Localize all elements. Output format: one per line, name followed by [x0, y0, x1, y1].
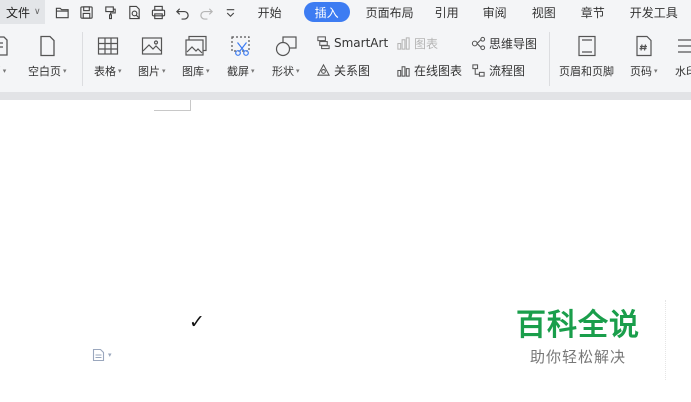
- flowchart-button[interactable]: 流程图: [471, 62, 525, 79]
- save-icon[interactable]: [75, 0, 99, 24]
- paste-options-button[interactable]: ▾: [92, 348, 112, 362]
- insert-ribbon: 页▾ 空白页▾ 表格▾ 图片▾ 图库▾ 截屏▾ 形状▾ SmartArt 图表 …: [0, 24, 691, 92]
- mindmap-label: 思维导图: [489, 37, 538, 51]
- chart-icon: [397, 37, 410, 50]
- watermark-label: 水印: [675, 65, 691, 78]
- picture-icon: [141, 37, 162, 55]
- shapes-button[interactable]: 形状 ▾: [272, 34, 300, 79]
- blank-page-icon: [40, 35, 55, 57]
- undo-icon[interactable]: [171, 0, 195, 24]
- tab-review[interactable]: 审阅: [483, 0, 507, 24]
- file-menu-label: 文件: [6, 5, 31, 20]
- blank-page-label: 空白页: [28, 65, 61, 78]
- shapes-icon: [275, 36, 297, 57]
- page-margin-marker: [154, 100, 191, 111]
- page-number-button[interactable]: 页码 ▾: [630, 34, 658, 79]
- print-preview-icon[interactable]: [123, 0, 147, 24]
- table-icon: [97, 37, 118, 55]
- tab-chapter[interactable]: 章节: [581, 0, 605, 24]
- smartart-icon: [317, 36, 330, 50]
- cover-page-icon: [0, 36, 8, 56]
- gallery-button[interactable]: 图库 ▾: [182, 34, 210, 79]
- tab-references[interactable]: 引用: [435, 0, 459, 24]
- flowchart-icon: [472, 64, 485, 77]
- screenshot-label: 截屏: [227, 65, 249, 78]
- menu-bar: 文件 ∨ 开始 插入 页面布局 引用 审阅 视图 章节 开发工具: [0, 0, 691, 24]
- relation-chart-button[interactable]: 关系图: [316, 62, 370, 79]
- online-chart-button[interactable]: 在线图表: [396, 62, 462, 79]
- gallery-label: 图库: [182, 65, 204, 78]
- chart-button[interactable]: 图表: [396, 35, 438, 52]
- tab-insert[interactable]: 插入: [303, 2, 350, 22]
- header-footer-button[interactable]: 页眉和页脚: [559, 34, 614, 79]
- paste-options-icon: [92, 348, 105, 362]
- open-folder-icon[interactable]: [51, 0, 75, 24]
- redo-icon[interactable]: [195, 0, 219, 24]
- header-footer-label: 页眉和页脚: [559, 65, 614, 78]
- tab-home[interactable]: 开始: [258, 0, 282, 24]
- tab-page-layout[interactable]: 页面布局: [366, 0, 414, 24]
- relation-chart-icon: [317, 63, 330, 76]
- cover-page-label: 页: [0, 65, 1, 78]
- smartart-button[interactable]: SmartArt: [316, 35, 388, 50]
- inserted-check-symbol[interactable]: ✓: [189, 311, 205, 333]
- tab-view[interactable]: 视图: [532, 0, 556, 24]
- print-icon[interactable]: [147, 0, 171, 24]
- table-button[interactable]: 表格 ▾: [94, 34, 122, 79]
- smartart-label: SmartArt: [334, 35, 389, 50]
- chart-label: 图表: [414, 37, 439, 51]
- gallery-icon: [185, 35, 207, 56]
- file-menu[interactable]: 文件 ∨: [0, 0, 45, 24]
- ribbon-separator: [549, 32, 550, 86]
- customize-quick-access-icon[interactable]: [219, 0, 243, 24]
- header-footer-icon: [577, 35, 596, 57]
- table-label: 表格: [94, 65, 116, 78]
- mindmap-button[interactable]: 思维导图: [471, 35, 537, 52]
- online-chart-label: 在线图表: [414, 64, 463, 78]
- mindmap-icon: [471, 36, 486, 51]
- watermark-icon: [678, 39, 691, 53]
- document-canvas[interactable]: ✓ ▾ 百科全说 助你轻松解决: [0, 100, 691, 402]
- page-edge-guide: [665, 300, 666, 380]
- page-number-label: 页码: [630, 65, 652, 78]
- screenshot-icon: [231, 36, 250, 56]
- ribbon-separator: [82, 32, 83, 86]
- site-watermark: 百科全说 助你轻松解决: [514, 308, 642, 367]
- watermark-button[interactable]: 水印: [674, 34, 691, 79]
- blank-page-button[interactable]: 空白页 ▾: [28, 34, 67, 79]
- watermark-subtitle: 助你轻松解决: [529, 348, 626, 366]
- cover-page-button[interactable]: 页▾: [0, 34, 10, 79]
- relation-chart-label: 关系图: [334, 64, 371, 78]
- page-number-icon: [636, 35, 652, 57]
- picture-label: 图片: [138, 65, 160, 78]
- tab-developer[interactable]: 开发工具: [630, 0, 678, 24]
- online-chart-icon: [397, 66, 410, 77]
- format-painter-icon[interactable]: [99, 0, 123, 24]
- ribbon-divider: [0, 92, 691, 100]
- chevron-down-icon: ▾: [108, 351, 112, 359]
- chevron-down-icon: ∨: [34, 7, 41, 17]
- shapes-label: 形状: [272, 65, 294, 78]
- watermark-title: 百科全说: [516, 308, 640, 343]
- flowchart-label: 流程图: [489, 64, 526, 78]
- screenshot-button[interactable]: 截屏 ▾: [227, 34, 255, 79]
- picture-button[interactable]: 图片 ▾: [138, 34, 166, 79]
